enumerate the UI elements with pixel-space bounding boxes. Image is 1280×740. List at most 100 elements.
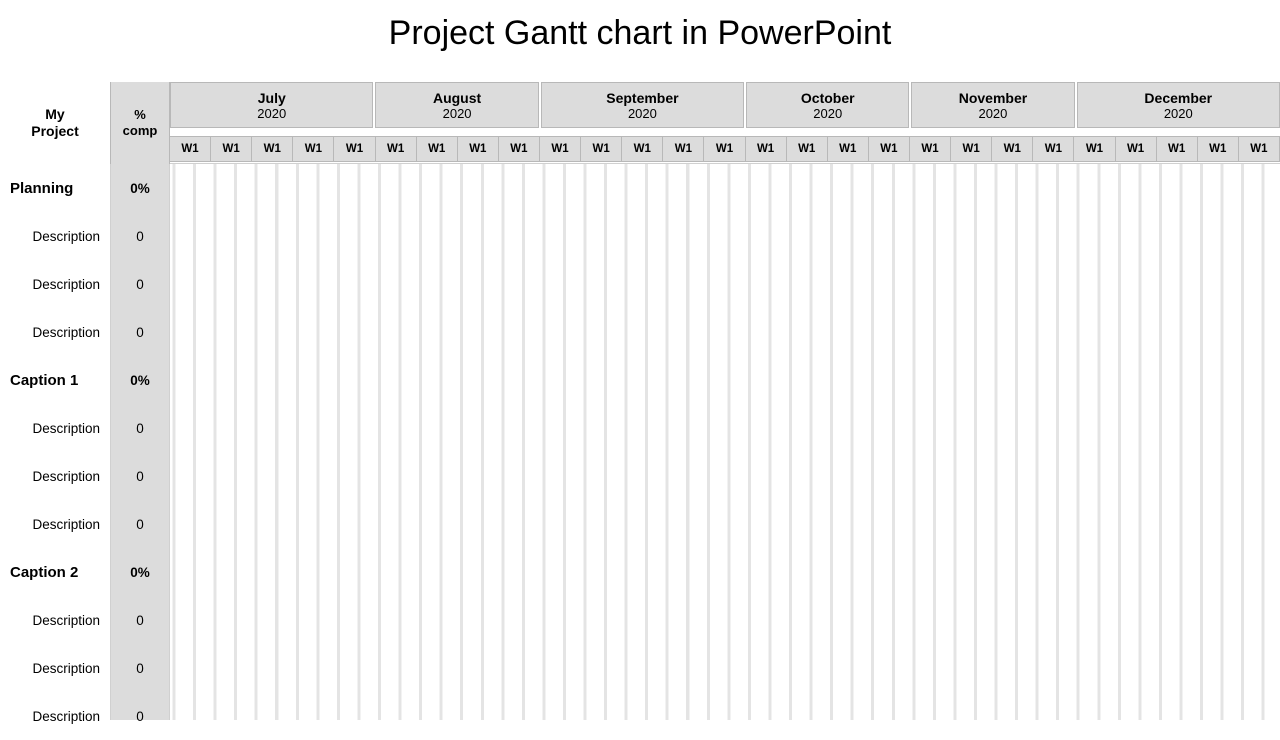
group-comp-label: 0% [130,373,150,388]
week-cell: W1 [540,137,581,161]
task-row-label: Description [32,517,100,532]
task-comp-label: 0 [136,661,144,676]
task-row: Description [0,308,110,356]
header-comp-label: %comp [123,107,158,140]
week-cell: W1 [1198,137,1239,161]
week-cell: W1 [252,137,293,161]
week-cell: W1 [828,137,869,161]
month-name: November [959,90,1027,106]
group-row: Caption 2 [0,548,110,596]
week-cell: W1 [458,137,499,161]
group-comp: 0% [111,548,169,596]
group-row: Planning [0,164,110,212]
task-row: Description [0,500,110,548]
month-year: 2020 [1164,106,1193,121]
task-row: Description [0,452,110,500]
task-comp: 0 [111,404,169,452]
task-comp-label: 0 [136,709,144,724]
month-year: 2020 [978,106,1007,121]
group-row-label: Caption 1 [10,372,78,389]
group-comp: 0% [111,164,169,212]
comp-column: 0%0000%0000%000 [110,164,170,720]
months-row: July2020August2020September2020October20… [170,82,1280,128]
month-year: 2020 [257,106,286,121]
week-cell: W1 [746,137,787,161]
header-project-label: MyProject [31,106,78,141]
task-row: Description [0,692,110,740]
week-cell: W1 [704,137,745,161]
month-cell: August2020 [375,82,538,128]
month-cell: November2020 [911,82,1074,128]
week-cell: W1 [1074,137,1115,161]
page-title: Project Gantt chart in PowerPoint [0,0,1280,63]
task-comp-label: 0 [136,325,144,340]
week-cell: W1 [951,137,992,161]
task-comp: 0 [111,452,169,500]
task-row-label: Description [32,325,100,340]
task-comp-label: 0 [136,421,144,436]
week-cell: W1 [869,137,910,161]
task-row: Description [0,260,110,308]
week-cell: W1 [376,137,417,161]
week-cell: W1 [1116,137,1157,161]
task-row: Description [0,212,110,260]
month-name: October [801,90,855,106]
month-year: 2020 [443,106,472,121]
header-comp-cell: %comp [110,82,170,164]
task-row-label: Description [32,421,100,436]
task-row: Description [0,596,110,644]
task-row-label: Description [32,229,100,244]
week-cell: W1 [1033,137,1074,161]
group-row-label: Caption 2 [10,564,78,581]
month-cell: July2020 [170,82,373,128]
month-name: August [433,90,481,106]
week-cell: W1 [1157,137,1198,161]
week-cell: W1 [293,137,334,161]
week-cell: W1 [910,137,951,161]
week-cell: W1 [1239,137,1280,161]
group-row: Caption 1 [0,356,110,404]
task-comp-label: 0 [136,277,144,292]
gantt-body: Planning Description Description Descriptio… [0,164,1280,720]
task-row-label: Description [32,709,100,724]
timeline-grid [170,164,1280,720]
task-row: Description [0,644,110,692]
month-year: 2020 [813,106,842,121]
header-timeline: July2020August2020September2020October20… [170,82,1280,164]
task-row-label: Description [32,613,100,628]
week-cell: W1 [581,137,622,161]
task-comp: 0 [111,644,169,692]
week-cell: W1 [663,137,704,161]
task-comp: 0 [111,212,169,260]
month-name: December [1144,90,1212,106]
task-comp: 0 [111,308,169,356]
week-cell: W1 [787,137,828,161]
task-comp-label: 0 [136,469,144,484]
week-cell: W1 [334,137,375,161]
week-cell: W1 [417,137,458,161]
month-name: September [606,90,678,106]
group-comp: 0% [111,356,169,404]
task-comp: 0 [111,260,169,308]
timeline-column [170,164,1280,720]
header-project-cell: MyProject [0,82,110,164]
task-row-label: Description [32,469,100,484]
task-comp-label: 0 [136,613,144,628]
month-cell: December2020 [1077,82,1280,128]
month-cell: September2020 [541,82,744,128]
task-row-label: Description [32,277,100,292]
task-comp: 0 [111,500,169,548]
week-cell: W1 [992,137,1033,161]
group-comp-label: 0% [130,565,150,580]
task-row-label: Description [32,661,100,676]
month-year: 2020 [628,106,657,121]
task-comp-label: 0 [136,517,144,532]
group-row-label: Planning [10,180,73,197]
task-comp: 0 [111,596,169,644]
week-cell: W1 [622,137,663,161]
week-cell: W1 [170,137,211,161]
task-row: Description [0,404,110,452]
month-name: July [258,90,286,106]
week-cell: W1 [499,137,540,161]
task-comp-label: 0 [136,229,144,244]
